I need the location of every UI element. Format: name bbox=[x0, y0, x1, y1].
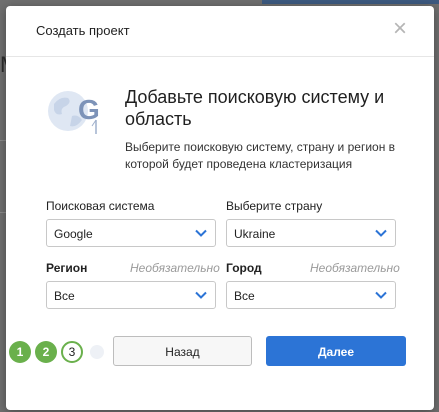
region-label: Регион bbox=[46, 261, 88, 275]
step-2: 2 bbox=[35, 341, 57, 363]
modal-header: Создать проект × bbox=[6, 6, 434, 57]
step-connector bbox=[90, 345, 104, 359]
city-label: Город bbox=[226, 261, 262, 275]
country-label: Выберите страну bbox=[226, 199, 323, 213]
city-optional-hint: Необязательно bbox=[310, 261, 400, 275]
country-value: Ukraine bbox=[234, 227, 276, 241]
chevron-down-icon bbox=[375, 291, 387, 299]
region-select[interactable]: Все bbox=[46, 281, 216, 309]
search-engine-value: Google bbox=[54, 227, 93, 241]
next-button[interactable]: Далее bbox=[266, 336, 406, 366]
search-engine-label: Поисковая система bbox=[46, 199, 155, 213]
close-button[interactable]: × bbox=[388, 15, 412, 42]
step-3: 3 bbox=[61, 341, 83, 363]
chevron-down-icon bbox=[375, 229, 387, 237]
close-icon: × bbox=[392, 15, 407, 42]
globe-google-logo-icon: G bbox=[48, 91, 100, 134]
chevron-down-icon bbox=[195, 291, 207, 299]
city-value: Все bbox=[234, 289, 255, 303]
modal-title: Создать проект bbox=[36, 23, 130, 38]
background-header-bar bbox=[262, 0, 439, 4]
create-project-modal: Создать проект × G Добавьте поисковую си… bbox=[6, 6, 434, 410]
region-value: Все bbox=[54, 289, 75, 303]
step-indicator: 1 2 3 bbox=[6, 340, 116, 364]
section-heading: Добавьте поисковую систему и область bbox=[125, 87, 385, 129]
country-select[interactable]: Ukraine bbox=[226, 219, 396, 247]
section-description: Выберите поисковую систему, страну и рег… bbox=[125, 140, 396, 171]
chevron-down-icon bbox=[195, 229, 207, 237]
step-1: 1 bbox=[9, 341, 31, 363]
region-optional-hint: Необязательно bbox=[130, 261, 220, 275]
back-button[interactable]: Назад bbox=[113, 336, 252, 366]
city-select[interactable]: Все bbox=[226, 281, 396, 309]
search-engine-select[interactable]: Google bbox=[46, 219, 216, 247]
